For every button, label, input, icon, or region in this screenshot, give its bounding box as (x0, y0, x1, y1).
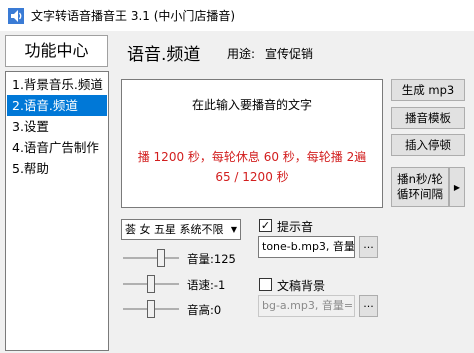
volume-slider[interactable] (123, 248, 179, 268)
doc-background-field[interactable]: bg-a.mp3, 音量=( (258, 295, 355, 317)
speed-label: 语速:-1 (187, 278, 226, 292)
sidebar-header: 功能中心 (5, 35, 108, 67)
page-title: 语音.频道 (127, 45, 201, 65)
loop-interval-line1: 播n秒/轮 (397, 172, 443, 186)
generate-mp3-button[interactable]: 生成 mp3 (391, 79, 465, 101)
purpose-value: 宣传促销 (265, 47, 314, 61)
doc-background-label: 文稿背景 (277, 279, 326, 293)
purpose-label: 用途: (227, 47, 256, 61)
pitch-slider-thumb[interactable] (147, 300, 155, 318)
playback-progress: 65 / 1200 秒 (215, 170, 289, 184)
doc-background-browse-button[interactable]: ... (359, 295, 378, 317)
sidebar-item-background-music[interactable]: 1.背景音乐.频道 (7, 74, 107, 95)
voice-select-value: 荟 女 五星 系统不限 (125, 223, 224, 236)
chevron-down-icon: ▼ (230, 225, 237, 234)
volume-slider-thumb[interactable] (157, 249, 166, 267)
playback-info-line: 播 1200 秒，每轮休息 60 秒，每轮播 2遍 (137, 150, 367, 164)
prompt-tone-checkbox[interactable]: ✓ (259, 219, 272, 232)
prompt-tone-field[interactable]: tone-b.mp3, 音量 (258, 236, 355, 258)
sidebar-list: 1.背景音乐.频道 2.语音.频道 3.设置 4.语音广告制作 5.帮助 (5, 71, 109, 351)
loop-menu-arrow-icon[interactable]: ▶ (449, 167, 465, 207)
sidebar-item-voice-channel[interactable]: 2.语音.频道 (7, 95, 107, 116)
speed-slider-thumb[interactable] (147, 275, 155, 293)
loop-interval-line2: 循环间隔 (397, 187, 443, 201)
sidebar-item-settings[interactable]: 3.设置 (7, 116, 107, 137)
prompt-tone-browse-button[interactable]: ... (359, 236, 378, 258)
loop-interval-button[interactable]: 播n秒/轮 循环间隔 (391, 167, 449, 207)
volume-label: 音量:125 (187, 252, 236, 266)
sidebar-item-voice-ad[interactable]: 4.语音广告制作 (7, 137, 107, 158)
pitch-label: 音高:0 (187, 303, 222, 317)
prompt-tone-label: 提示音 (277, 220, 314, 234)
pitch-slider[interactable] (123, 299, 179, 319)
window-title: 文字转语音播音王 3.1 (中小门店播音) (31, 9, 236, 23)
broadcast-text-area[interactable]: 在此输入要播音的文字 播 1200 秒，每轮休息 60 秒，每轮播 2遍 65 … (121, 79, 383, 208)
insert-pause-button[interactable]: 插入停顿 (391, 134, 465, 156)
app-icon (8, 8, 24, 24)
sidebar-item-help[interactable]: 5.帮助 (7, 158, 107, 179)
voice-select[interactable]: 荟 女 五星 系统不限 ▼ (121, 219, 241, 240)
text-area-placeholder: 在此输入要播音的文字 (191, 98, 312, 112)
slider-track (123, 257, 179, 259)
doc-background-checkbox[interactable] (259, 278, 272, 291)
broadcast-template-button[interactable]: 播音模板 (391, 107, 465, 129)
speed-slider[interactable] (123, 274, 179, 294)
title-bar: 文字转语音播音王 3.1 (中小门店播音) (0, 0, 474, 31)
